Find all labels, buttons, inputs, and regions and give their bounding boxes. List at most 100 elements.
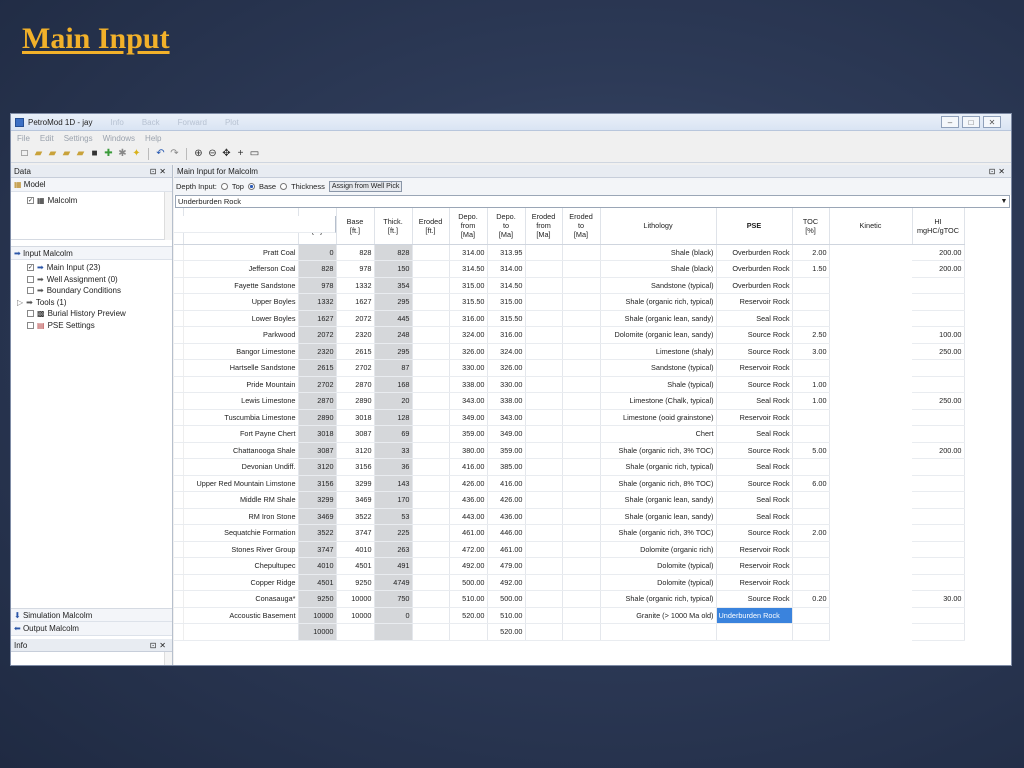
cell-top[interactable]: 2702 (298, 376, 337, 393)
cell-toc[interactable]: 0.20 (792, 590, 830, 608)
cell-layer[interactable]: Copper Ridge (183, 574, 299, 591)
cell-eroded-to[interactable] (562, 409, 601, 426)
cell-pse[interactable]: Underburden Rock (716, 607, 793, 624)
pin-close-icon[interactable]: ⊡✕ (150, 167, 169, 176)
new-file-icon[interactable]: □ (19, 148, 30, 159)
cell-eroded[interactable] (412, 475, 450, 492)
cell-hi[interactable]: 250.00 (912, 392, 965, 410)
cell-eroded[interactable] (412, 590, 450, 608)
col-header-eroded[interactable]: Eroded [ft.] (412, 208, 450, 245)
cell-top[interactable]: 3469 (298, 508, 337, 525)
cell-top[interactable]: 0 (298, 244, 337, 261)
cell-eroded-to[interactable] (562, 491, 601, 509)
cell-toc[interactable] (792, 277, 830, 294)
cell-base[interactable]: 9250 (336, 574, 375, 591)
cell-eroded-to[interactable] (562, 541, 601, 558)
cell-eroded-to[interactable] (562, 557, 601, 575)
cell-layer[interactable]: Pride Mountain (183, 376, 299, 393)
cell-depo-from[interactable]: 520.00 (449, 607, 488, 624)
cell-depo-to[interactable]: 343.00 (487, 409, 526, 426)
cell-base[interactable]: 3018 (336, 409, 375, 426)
menu-help[interactable]: Help (145, 134, 161, 143)
cell-pse[interactable]: Reservoir Rock (716, 557, 793, 575)
cell-eroded-from[interactable] (525, 293, 563, 311)
row-gutter[interactable] (174, 326, 184, 344)
cell-depo-to[interactable]: 385.00 (487, 458, 526, 476)
cell-layer[interactable]: Chepultupec (183, 557, 299, 575)
cell-pse[interactable]: Source Rock (716, 475, 793, 492)
cell-toc[interactable] (792, 310, 830, 327)
cell-eroded[interactable] (412, 277, 450, 294)
cell-base[interactable]: 3469 (336, 491, 375, 509)
info-pin-close-icon[interactable]: ⊡✕ (150, 641, 169, 650)
cell-eroded[interactable] (412, 623, 450, 641)
chevron-down-icon[interactable]: ▼ (999, 198, 1009, 205)
cell-thick[interactable]: 354 (374, 277, 413, 294)
info-scrollbar[interactable] (164, 652, 172, 665)
cell-top[interactable]: 2615 (298, 359, 337, 377)
cell-eroded-to[interactable] (562, 458, 601, 476)
cell-eroded[interactable] (412, 541, 450, 558)
cell-eroded-to[interactable] (562, 343, 601, 360)
col-header-base[interactable]: Base [ft.] (336, 208, 375, 245)
cell-eroded[interactable] (412, 359, 450, 377)
cell-toc[interactable] (792, 508, 830, 525)
zoom-out-icon[interactable]: ⊖ (207, 148, 218, 159)
maximize-button[interactable]: □ (962, 116, 980, 128)
cell-top[interactable]: 1627 (298, 310, 337, 327)
model-header[interactable]: ▦ Model (11, 178, 172, 192)
model-scrollbar[interactable] (164, 192, 172, 240)
cell-depo-from[interactable]: 314.50 (449, 260, 488, 278)
cell-lithology[interactable]: Shale (organic rich, typical) (600, 293, 717, 311)
cell-depo-to[interactable]: 330.00 (487, 376, 526, 393)
main-pin-close-icon[interactable]: ⊡✕ (989, 167, 1008, 176)
cell-depo-from[interactable]: 316.00 (449, 310, 488, 327)
cell-thick[interactable]: 445 (374, 310, 413, 327)
row-gutter[interactable] (174, 293, 184, 311)
cell-eroded[interactable] (412, 244, 450, 261)
cell-eroded-to[interactable] (562, 623, 601, 641)
cell-lithology[interactable]: Shale (organic lean, sandy) (600, 310, 717, 327)
cell-depo-from[interactable]: 443.00 (449, 508, 488, 525)
row-gutter[interactable] (174, 359, 184, 377)
cell-hi[interactable]: 30.00 (912, 590, 965, 608)
zoom-in-icon[interactable]: ⊕ (193, 148, 204, 159)
cell-hi[interactable]: 200.00 (912, 260, 965, 278)
cell-thick[interactable]: 491 (374, 557, 413, 575)
cell-hi[interactable]: 200.00 (912, 442, 965, 459)
malcolm-checkbox[interactable]: ✓ (27, 197, 34, 205)
row-gutter[interactable] (174, 607, 184, 624)
open-folder-icon-3[interactable]: ▰ (61, 148, 72, 159)
cell-eroded[interactable] (412, 343, 450, 360)
cell-hi[interactable]: 200.00 (912, 244, 965, 261)
col-header-hi[interactable]: HI mgHC/gTOC (912, 208, 965, 245)
cell-thick[interactable]: 4749 (374, 574, 413, 591)
cell-eroded-to[interactable] (562, 277, 601, 294)
cell-depo-to[interactable]: 426.00 (487, 491, 526, 509)
tree-item-boundary-conditions[interactable]: ➡ Boundary Conditions (15, 285, 172, 297)
cell-lithology[interactable]: Shale (black) (600, 260, 717, 278)
cell-base[interactable]: 2702 (336, 359, 375, 377)
cell-lithology[interactable]: Shale (organic rich, 3% TOC) (600, 524, 717, 542)
cell-layer[interactable]: Sequatchie Formation (183, 524, 299, 542)
cell-depo-to[interactable]: 316.00 (487, 326, 526, 344)
col-header-eroded-from[interactable]: Eroded from [Ma] (525, 208, 563, 245)
cell-eroded-from[interactable] (525, 508, 563, 525)
cell-layer[interactable]: Hartselle Sandstone (183, 359, 299, 377)
cell-pse[interactable]: Seal Rock (716, 392, 793, 410)
well-assignment-checkbox[interactable] (27, 275, 34, 283)
cell-depo-from[interactable]: 472.00 (449, 541, 488, 558)
cell-hi[interactable] (912, 557, 965, 575)
cell-hi[interactable] (912, 607, 965, 624)
row-gutter[interactable] (174, 541, 184, 558)
cell-base[interactable]: 3522 (336, 508, 375, 525)
cell-layer[interactable]: RM Iron Stone (183, 508, 299, 525)
cell-eroded[interactable] (412, 607, 450, 624)
cell-pse[interactable]: Reservoir Rock (716, 293, 793, 311)
cell-lithology[interactable]: Shale (organic lean, sandy) (600, 508, 717, 525)
cell-pse[interactable]: Reservoir Rock (716, 359, 793, 377)
cell-top[interactable]: 828 (298, 260, 337, 278)
cell-top[interactable]: 2870 (298, 392, 337, 410)
cell-depo-from[interactable]: 492.00 (449, 557, 488, 575)
cell-layer[interactable]: Fort Payne Chert (183, 425, 299, 443)
